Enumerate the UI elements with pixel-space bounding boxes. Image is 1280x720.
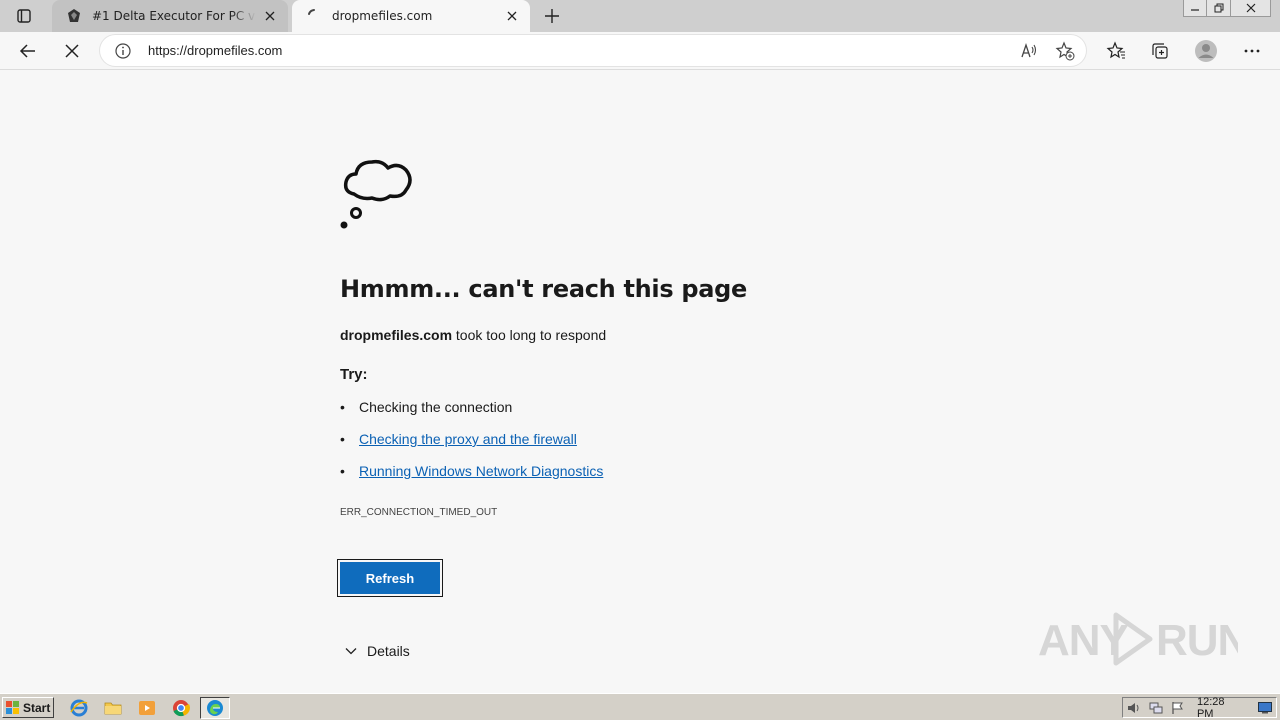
tab-strip: #1 Delta Executor For PC v25 (.e dropmef…: [0, 0, 1280, 32]
browser-toolbar: https://dropmefiles.com: [0, 32, 1280, 70]
system-tray: 12:28 PM: [1122, 696, 1277, 720]
show-desktop-icon[interactable]: [1254, 699, 1276, 717]
media-player-icon[interactable]: [136, 697, 158, 719]
collections-button[interactable]: [1144, 35, 1176, 67]
taskbar: Start 12:28 PM: [0, 693, 1280, 720]
network-icon[interactable]: [1145, 699, 1167, 717]
close-icon: [507, 11, 517, 21]
tab-dropmefiles[interactable]: dropmefiles.com: [292, 0, 530, 32]
close-icon: [265, 11, 275, 21]
url-text[interactable]: https://dropmefiles.com: [148, 43, 282, 58]
back-button[interactable]: [12, 35, 44, 67]
tab-title: dropmefiles.com: [332, 9, 433, 23]
thought-cloud-icon: [340, 159, 412, 229]
loading-spinner-icon: [306, 8, 322, 24]
favorites-icon: [1106, 41, 1125, 59]
tip-check-connection: Checking the connection: [359, 399, 513, 415]
profile-button[interactable]: [1190, 35, 1222, 67]
error-host: dropmefiles.com: [340, 327, 453, 343]
info-icon[interactable]: [114, 42, 132, 60]
collections-icon: [1152, 43, 1168, 59]
minimize-button[interactable]: [1183, 0, 1207, 17]
chrome-icon[interactable]: [170, 697, 192, 719]
tab-favicon-icon: [66, 8, 82, 24]
avatar-icon: [1195, 40, 1217, 62]
back-arrow-icon: [19, 44, 35, 58]
action-center-flag-icon[interactable]: [1167, 699, 1189, 717]
tab-actions-icon: [17, 9, 31, 23]
error-message: dropmefiles.com took too long to respond: [340, 327, 606, 343]
tip-proxy-firewall-link[interactable]: Checking the proxy and the firewall: [359, 429, 577, 449]
close-icon: [1246, 3, 1255, 13]
add-favorite-icon[interactable]: [1054, 40, 1076, 62]
stop-loading-button[interactable]: [56, 35, 88, 67]
refresh-button[interactable]: Refresh: [340, 562, 440, 594]
tab-close-button[interactable]: [498, 2, 526, 30]
svg-text:RUN: RUN: [1156, 616, 1238, 665]
plus-icon: [545, 9, 559, 23]
close-icon: [65, 44, 79, 58]
settings-more-button[interactable]: [1236, 35, 1268, 67]
volume-icon[interactable]: [1123, 699, 1145, 717]
bullet: •: [340, 399, 345, 415]
list-item: • Checking the proxy and the firewall: [340, 429, 603, 461]
tip-network-diagnostics-link[interactable]: Running Windows Network Diagnostics: [359, 461, 603, 481]
details-toggle[interactable]: Details: [342, 642, 410, 660]
address-bar[interactable]: https://dropmefiles.com: [100, 35, 1086, 66]
restore-icon: [1214, 3, 1223, 13]
error-page: Hmmm... can't reach this page dropmefile…: [0, 71, 1280, 693]
tab-actions-button[interactable]: [8, 4, 40, 28]
tips-list: • Checking the connection • Checking the p…: [340, 397, 603, 493]
start-label: Start: [23, 700, 51, 715]
more-dots-icon: [1244, 49, 1260, 53]
minimize-icon: [1191, 9, 1199, 11]
list-item: • Running Windows Network Diagnostics: [340, 461, 603, 493]
clock[interactable]: 12:28 PM: [1197, 696, 1244, 720]
chevron-down-icon: [342, 642, 360, 660]
list-item: • Checking the connection: [340, 397, 603, 429]
edge-icon[interactable]: [200, 697, 230, 719]
new-tab-button[interactable]: [538, 4, 566, 28]
bullet: •: [340, 463, 345, 479]
windows-logo-icon: [6, 700, 19, 714]
favorites-button[interactable]: [1100, 35, 1132, 67]
restore-button[interactable]: [1207, 0, 1231, 17]
file-explorer-icon[interactable]: [102, 697, 124, 719]
error-code: ERR_CONNECTION_TIMED_OUT: [340, 507, 498, 518]
window-close-button[interactable]: [1231, 0, 1271, 17]
tab-close-button[interactable]: [256, 2, 284, 30]
details-label: Details: [367, 643, 410, 659]
anyrun-watermark: ANY RUN: [1038, 607, 1238, 671]
internet-explorer-icon[interactable]: [68, 697, 90, 719]
tab-delta-executor[interactable]: #1 Delta Executor For PC v25 (.e: [52, 0, 288, 32]
start-button[interactable]: Start: [2, 697, 54, 718]
error-message-text: took too long to respond: [455, 327, 607, 343]
anyrun-logo: ANY RUN: [1038, 612, 1238, 666]
tab-title: #1 Delta Executor For PC v25 (.e: [92, 9, 256, 23]
read-aloud-icon[interactable]: [1018, 40, 1040, 62]
bullet: •: [340, 431, 345, 447]
error-heading: Hmmm... can't reach this page: [340, 275, 748, 303]
window-controls: [1183, 0, 1271, 18]
try-label: Try:: [340, 366, 368, 383]
